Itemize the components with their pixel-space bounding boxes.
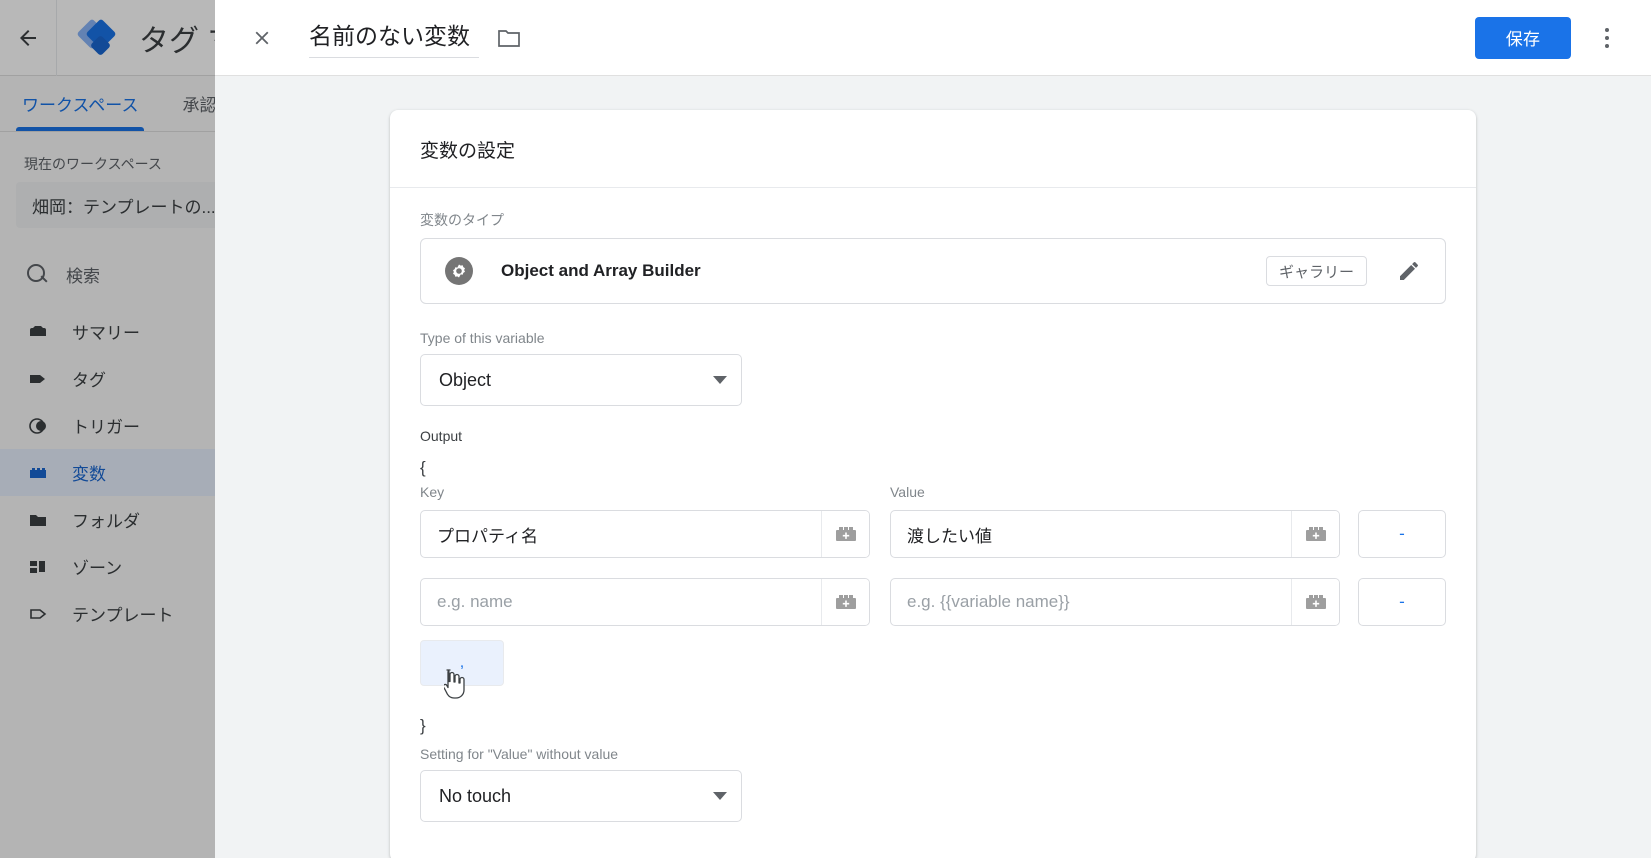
modal-header: 名前のない変数 保存: [215, 0, 1651, 76]
key-input[interactable]: [421, 511, 821, 557]
kv-row: -: [420, 510, 1446, 558]
modal-body: 変数の設定 変数のタイプ Object and Array Builder ギャ…: [215, 76, 1651, 858]
variable-settings-section: Type of this variable Object Output { Ke…: [420, 330, 1446, 822]
type-of-variable-value: Object: [439, 369, 492, 390]
value-input[interactable]: [891, 511, 1291, 557]
save-button[interactable]: 保存: [1475, 16, 1571, 59]
card-content: 変数のタイプ Object and Array Builder ギャラリー Ty…: [390, 188, 1476, 858]
key-column-header: Key: [420, 484, 445, 500]
key-input-group: [420, 578, 870, 626]
without-value-select[interactable]: No touch: [420, 770, 742, 822]
variable-edit-modal: 名前のない変数 保存 変数の設定 変数のタイプ Object and Array…: [215, 0, 1651, 858]
value-input[interactable]: [891, 579, 1291, 625]
type-of-variable-select[interactable]: Object: [420, 354, 742, 406]
variable-configuration-card: 変数の設定 変数のタイプ Object and Array Builder ギャ…: [390, 110, 1476, 858]
pencil-icon[interactable]: [1389, 251, 1429, 291]
variable-type-box[interactable]: Object and Array Builder ギャラリー: [420, 238, 1446, 304]
modal-scrim[interactable]: [0, 0, 215, 858]
gallery-chip[interactable]: ギャラリー: [1265, 256, 1367, 286]
lego-add-icon[interactable]: [1291, 511, 1339, 557]
lego-add-icon[interactable]: [1291, 579, 1339, 625]
key-input-group: [420, 510, 870, 558]
variable-type-name: Object and Array Builder: [501, 261, 701, 280]
value-input-group: [890, 510, 1340, 558]
without-value-value: No touch: [439, 785, 512, 806]
without-value-label: Setting for "Value" without value: [420, 746, 619, 762]
gear-icon: [443, 255, 475, 287]
open-brace: {: [420, 458, 426, 477]
value-input-group: [890, 578, 1340, 626]
variable-name-input[interactable]: 名前のない変数: [309, 17, 479, 58]
remove-row-button[interactable]: -: [1358, 578, 1446, 626]
lego-add-icon[interactable]: [821, 579, 869, 625]
remove-row-button[interactable]: -: [1358, 510, 1446, 558]
output-label: Output: [420, 428, 463, 444]
type-of-variable-label: Type of this variable: [420, 330, 545, 346]
lego-add-icon[interactable]: [821, 511, 869, 557]
card-title: 変数の設定: [390, 110, 1476, 188]
folder-icon[interactable]: [497, 28, 521, 48]
close-icon[interactable]: [245, 21, 279, 55]
kv-row: -: [420, 578, 1446, 626]
kv-header-row: Key Value: [420, 484, 1446, 500]
key-input[interactable]: [421, 579, 821, 625]
chevron-down-icon: [713, 376, 727, 384]
modal-title-group: 名前のない変数: [309, 17, 521, 58]
value-column-header: Value: [890, 484, 925, 500]
chevron-down-icon: [713, 792, 727, 800]
add-row-button[interactable]: ,: [420, 640, 504, 686]
more-vertical-icon[interactable]: [1585, 16, 1629, 60]
close-brace: }: [420, 716, 426, 735]
variable-type-label: 変数のタイプ: [420, 212, 504, 228]
